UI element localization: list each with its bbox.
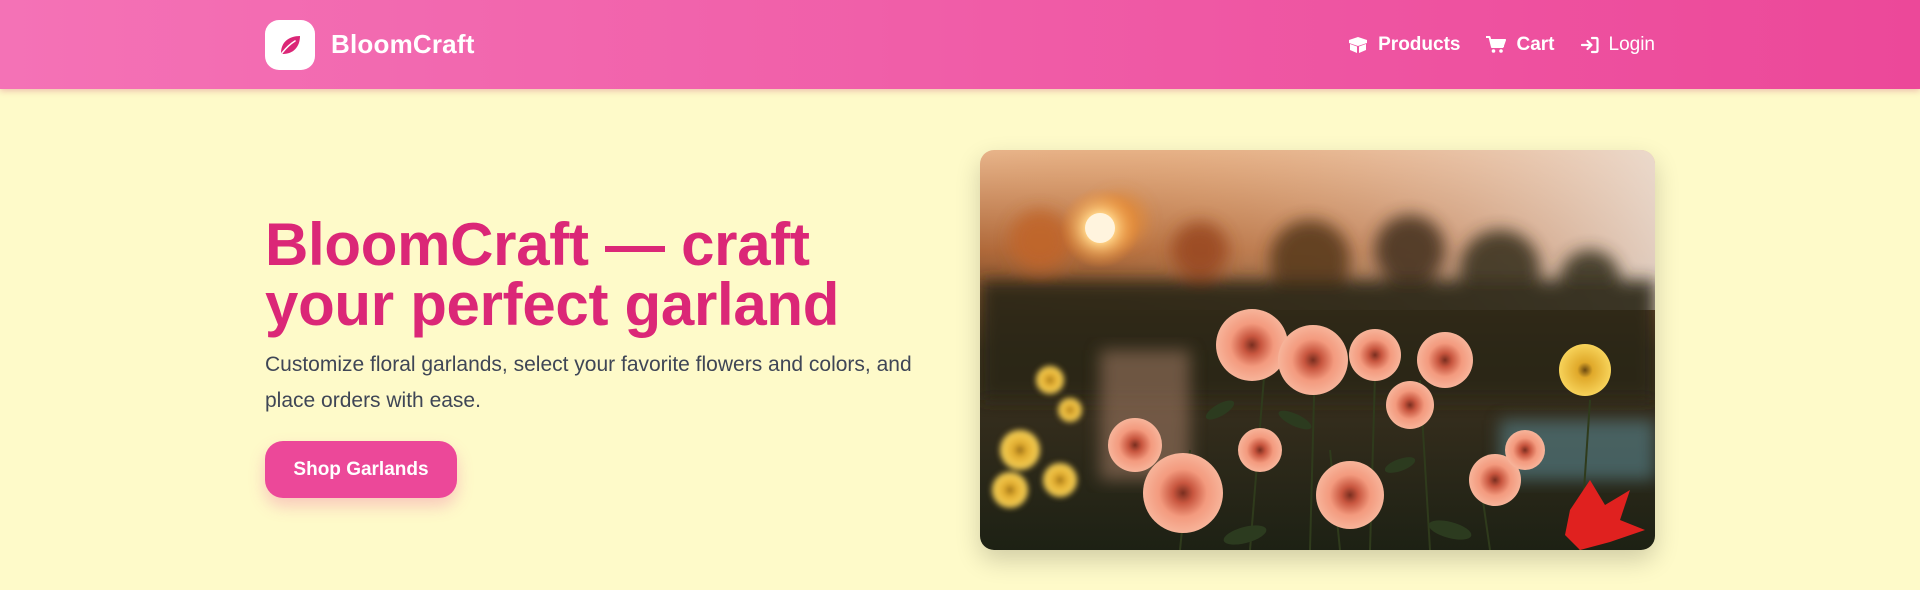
box-icon <box>1349 36 1368 53</box>
brand-logo <box>265 19 315 70</box>
hero-title: BloomCraft — craft your perfect garland <box>265 211 840 338</box>
shop-garlands-button[interactable]: Shop Garlands <box>265 441 457 498</box>
nav-cart-link[interactable]: Cart <box>1486 33 1555 56</box>
navbar: BloomCraft Products Cart Login <box>0 0 1920 89</box>
nav-login-link[interactable]: Login <box>1580 33 1656 56</box>
cart-icon <box>1486 35 1507 53</box>
nav-cart-label: Cart <box>1516 33 1555 55</box>
leaf-icon <box>281 35 300 54</box>
navbar-inner: BloomCraft Products Cart Login <box>265 0 1655 89</box>
nav-products-link[interactable]: Products <box>1348 34 1460 56</box>
flowers-at-sunset-photo <box>980 150 1655 550</box>
nav-products-label: Products <box>1378 33 1461 55</box>
hero-subtitle: Customize floral garlands, select your f… <box>265 353 912 412</box>
nav-links: Products Cart Login <box>1348 34 1655 56</box>
hero-text: BloomCraft — craft your perfect garland … <box>265 215 945 419</box>
sign-in-icon <box>1580 36 1599 53</box>
brand-name: BloomCraft <box>331 29 475 59</box>
nav-login-label: Login <box>1608 33 1656 55</box>
hero-image <box>980 150 1655 550</box>
brand-link[interactable]: BloomCraft <box>265 19 475 70</box>
